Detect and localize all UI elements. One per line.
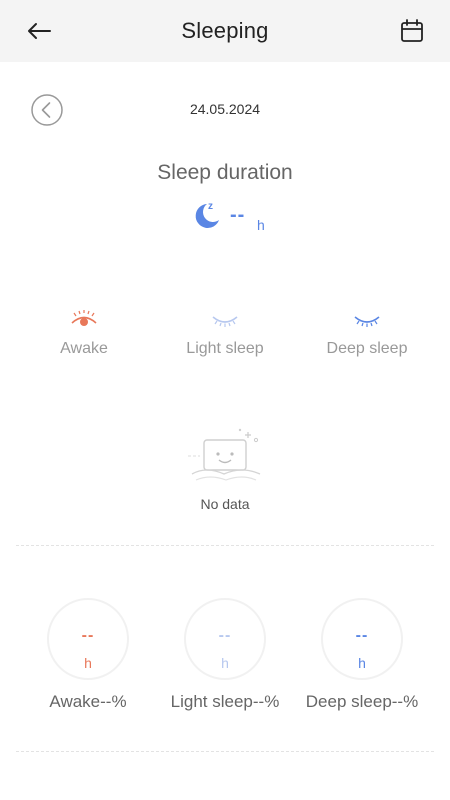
- sleep-duration-value: z --: [193, 199, 283, 239]
- eye-closed-icon: [212, 316, 238, 327]
- legend-awake: Awake: [14, 310, 154, 358]
- top-bar: Sleeping: [0, 0, 450, 62]
- sleeping-screen: Sleeping 24.05.2024 Sleep duration z -- …: [0, 0, 450, 800]
- svg-text:z: z: [208, 201, 213, 212]
- deep-sleep-unit: h: [358, 655, 366, 671]
- legend-label-deep-sleep: Deep sleep: [326, 340, 408, 357]
- light-sleep-unit: h: [221, 655, 229, 671]
- sleep-duration-title: Sleep duration: [157, 161, 293, 184]
- page-title: Sleeping: [181, 18, 269, 43]
- awake-ring: -- h: [47, 598, 129, 680]
- light-sleep-percent-label: Light sleep--%: [170, 692, 280, 711]
- legend-label-awake: Awake: [60, 340, 108, 357]
- legend-deep-sleep: Deep sleep: [297, 310, 437, 358]
- divider: [16, 751, 434, 752]
- light-sleep-ring: -- h: [184, 598, 266, 680]
- legend-label-light-sleep: Light sleep: [186, 340, 264, 357]
- calendar-icon[interactable]: [400, 18, 424, 44]
- duration-unit: h: [257, 217, 265, 233]
- eye-closed-icon: [354, 316, 380, 327]
- current-date: 24.05.2024: [189, 101, 261, 117]
- duration-hours: --: [230, 204, 246, 226]
- moon-icon: z: [195, 201, 219, 228]
- legend-light-sleep: Light sleep: [155, 310, 295, 358]
- eye-open-icon: [71, 310, 97, 326]
- no-data-pillow-icon: [188, 428, 261, 481]
- awake-hours: --: [81, 627, 95, 644]
- awake-percent-label: Awake--%: [49, 692, 127, 711]
- deep-sleep-hours: --: [355, 627, 369, 644]
- divider: [16, 545, 434, 546]
- deep-sleep-ring: -- h: [321, 598, 403, 680]
- no-data-text: No data: [200, 496, 250, 512]
- light-sleep-hours: --: [218, 627, 232, 644]
- awake-unit: h: [84, 655, 92, 671]
- deep-sleep-percent-label: Deep sleep--%: [305, 692, 419, 711]
